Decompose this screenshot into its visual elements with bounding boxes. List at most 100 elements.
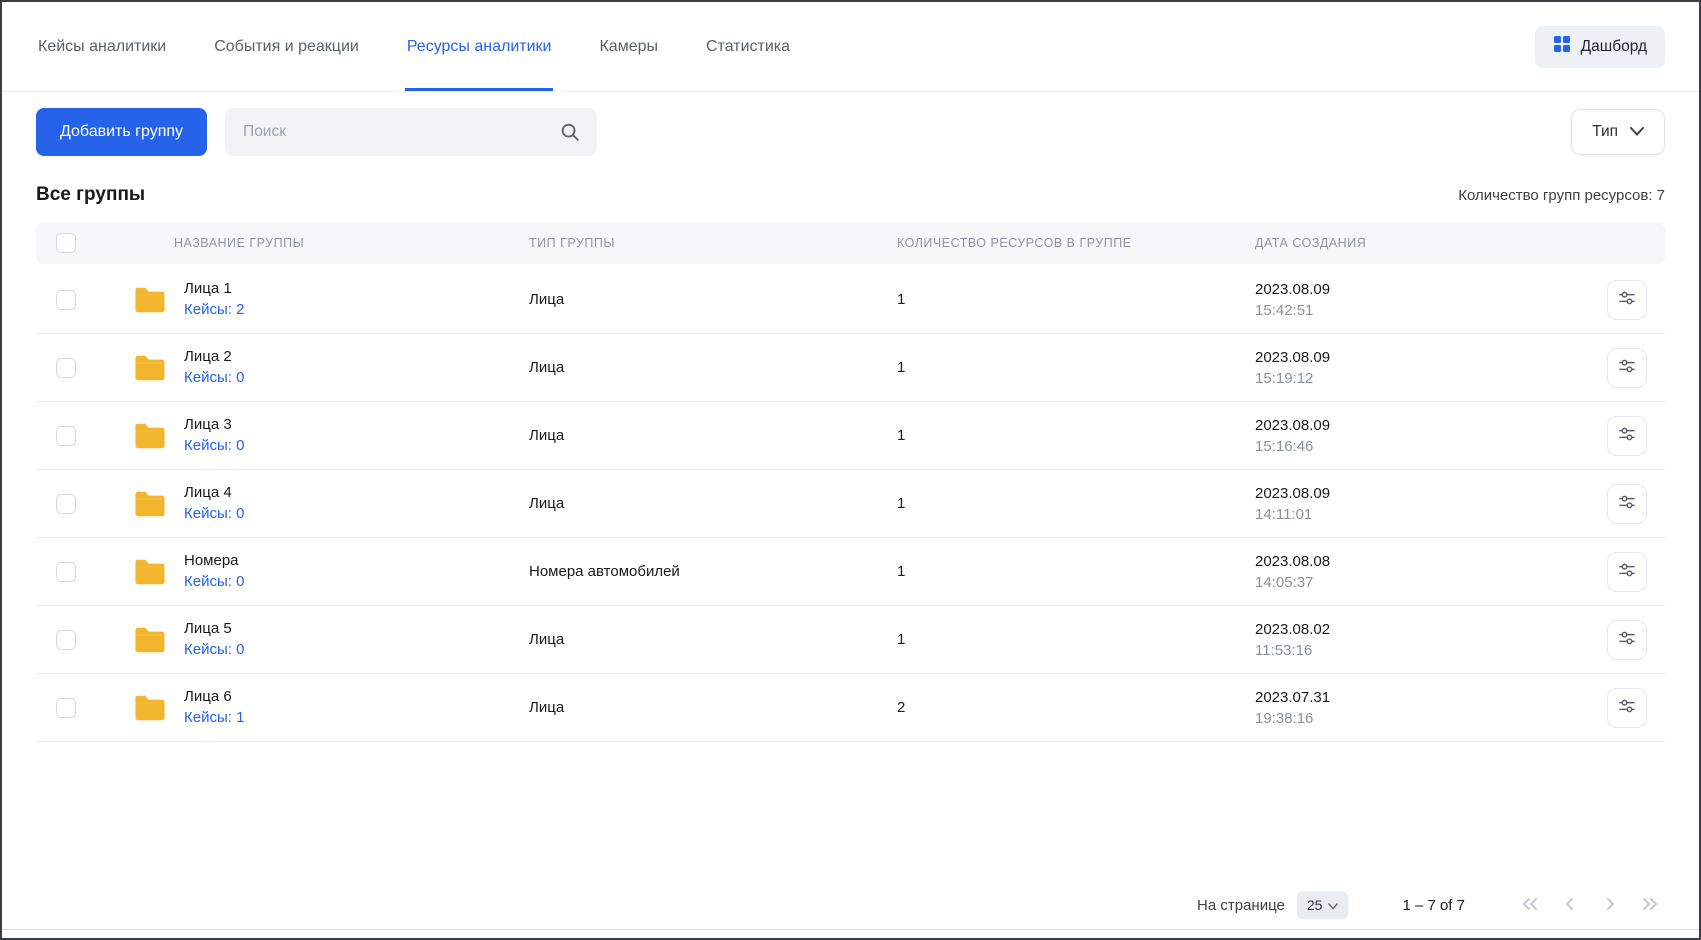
row-actions-cell bbox=[1589, 348, 1665, 388]
column-header-created-date[interactable]: ДАТА СОЗДАНИЯ bbox=[1255, 236, 1589, 250]
chevron-right-icon bbox=[1604, 897, 1616, 914]
group-name-text: Лица 1 Кейсы: 2 bbox=[184, 280, 244, 319]
folder-icon bbox=[132, 556, 168, 588]
nav-tab-1[interactable]: Кейсы аналитики bbox=[36, 2, 168, 91]
group-name-cell: Лица 1 Кейсы: 2 bbox=[96, 280, 529, 319]
created-cell: 2023.08.09 15:19:12 bbox=[1255, 349, 1589, 387]
group-cases-link[interactable]: Кейсы: 0 bbox=[184, 641, 244, 658]
nav-tabs: Кейсы аналитики События и реакции Ресурс… bbox=[36, 2, 792, 91]
nav-tab-2[interactable]: События и реакции bbox=[212, 2, 361, 91]
sliders-icon bbox=[1617, 288, 1637, 311]
row-settings-button[interactable] bbox=[1607, 620, 1647, 660]
group-resource-count: 1 bbox=[897, 631, 1255, 648]
nav-tab-label: Кейсы аналитики bbox=[38, 38, 166, 56]
chevron-down-icon bbox=[1328, 897, 1338, 913]
double-chevron-left-icon bbox=[1521, 897, 1539, 914]
folder-icon bbox=[132, 420, 168, 452]
row-checkbox[interactable] bbox=[56, 698, 76, 718]
group-name-text: Лица 6 Кейсы: 1 bbox=[184, 688, 244, 727]
group-name-cell: Лица 3 Кейсы: 0 bbox=[96, 416, 529, 455]
group-cases-link[interactable]: Кейсы: 0 bbox=[184, 369, 244, 386]
group-resource-count: 1 bbox=[897, 291, 1255, 308]
pagination-range: 1 – 7 of 7 bbox=[1402, 897, 1465, 914]
column-header-group-name[interactable]: НАЗВАНИЕ ГРУППЫ bbox=[96, 236, 529, 250]
group-cases-link[interactable]: Кейсы: 0 bbox=[184, 573, 244, 590]
column-header-resource-count[interactable]: КОЛИЧЕСТВО РЕСУРСОВ В ГРУППЕ bbox=[897, 236, 1255, 250]
first-page-button[interactable] bbox=[1515, 890, 1545, 920]
group-name-text: Лица 5 Кейсы: 0 bbox=[184, 620, 244, 659]
group-name: Лица 2 bbox=[184, 348, 244, 365]
table-body: Лица 1 Кейсы: 2 Лица 1 2023.08.09 15:42:… bbox=[36, 266, 1665, 742]
nav-tab-label: Ресурсы аналитики bbox=[407, 38, 552, 56]
column-header-group-type[interactable]: ТИП ГРУППЫ bbox=[529, 236, 897, 250]
row-settings-button[interactable] bbox=[1607, 348, 1647, 388]
created-time: 15:19:12 bbox=[1255, 370, 1589, 387]
group-cases-link[interactable]: Кейсы: 0 bbox=[184, 437, 244, 454]
group-name: Лица 5 bbox=[184, 620, 244, 637]
search-input[interactable] bbox=[225, 108, 597, 156]
row-checkbox[interactable] bbox=[56, 562, 76, 582]
row-actions-cell bbox=[1589, 280, 1665, 320]
group-name-text: Номера Кейсы: 0 bbox=[184, 552, 244, 591]
nav-tab-4[interactable]: Камеры bbox=[597, 2, 660, 91]
group-cases-link[interactable]: Кейсы: 0 bbox=[184, 505, 244, 522]
group-name: Лица 6 bbox=[184, 688, 244, 705]
group-cases-link[interactable]: Кейсы: 1 bbox=[184, 709, 244, 726]
nav-tab-5[interactable]: Статистика bbox=[704, 2, 792, 91]
created-time: 11:53:16 bbox=[1255, 642, 1589, 659]
app-window: Кейсы аналитики События и реакции Ресурс… bbox=[0, 0, 1701, 940]
group-resource-count: 1 bbox=[897, 427, 1255, 444]
type-filter-button[interactable]: Тип bbox=[1571, 109, 1665, 155]
group-type: Лица bbox=[529, 699, 897, 716]
row-settings-button[interactable] bbox=[1607, 280, 1647, 320]
per-page-label: На странице bbox=[1197, 897, 1285, 914]
row-actions-cell bbox=[1589, 552, 1665, 592]
created-time: 14:05:37 bbox=[1255, 574, 1589, 591]
toolbar: Добавить группу Тип bbox=[2, 92, 1699, 156]
folder-icon bbox=[132, 624, 168, 656]
group-name: Номера bbox=[184, 552, 244, 569]
created-cell: 2023.08.09 15:16:46 bbox=[1255, 417, 1589, 455]
table-row: Лица 6 Кейсы: 1 Лица 2 2023.07.31 19:38:… bbox=[36, 674, 1665, 742]
dashboard-button[interactable]: Дашборд bbox=[1535, 26, 1665, 68]
group-type: Номера автомобилей bbox=[529, 563, 897, 580]
row-checkbox[interactable] bbox=[56, 290, 76, 310]
table-row: Лица 3 Кейсы: 0 Лица 1 2023.08.09 15:16:… bbox=[36, 402, 1665, 470]
row-checkbox[interactable] bbox=[56, 358, 76, 378]
row-checkbox-cell bbox=[36, 290, 96, 310]
created-cell: 2023.08.02 11:53:16 bbox=[1255, 621, 1589, 659]
last-page-button[interactable] bbox=[1635, 890, 1665, 920]
row-actions-cell bbox=[1589, 688, 1665, 728]
next-page-button[interactable] bbox=[1595, 890, 1625, 920]
add-group-button[interactable]: Добавить группу bbox=[36, 108, 207, 156]
row-checkbox[interactable] bbox=[56, 494, 76, 514]
resource-groups-count: Количество групп ресурсов: 7 bbox=[1458, 187, 1665, 204]
group-type: Лица bbox=[529, 495, 897, 512]
folder-icon bbox=[132, 352, 168, 384]
created-time: 19:38:16 bbox=[1255, 710, 1589, 727]
row-settings-button[interactable] bbox=[1607, 416, 1647, 456]
select-all-checkbox[interactable] bbox=[56, 233, 76, 253]
group-type: Лица bbox=[529, 359, 897, 376]
row-settings-button[interactable] bbox=[1607, 552, 1647, 592]
row-checkbox-cell bbox=[36, 630, 96, 650]
group-type: Лица bbox=[529, 427, 897, 444]
created-cell: 2023.07.31 19:38:16 bbox=[1255, 689, 1589, 727]
created-time: 15:42:51 bbox=[1255, 302, 1589, 319]
table-header-row: НАЗВАНИЕ ГРУППЫ ТИП ГРУППЫ КОЛИЧЕСТВО РЕ… bbox=[36, 222, 1665, 264]
row-actions-cell bbox=[1589, 620, 1665, 660]
prev-page-button[interactable] bbox=[1555, 890, 1585, 920]
group-type: Лица bbox=[529, 291, 897, 308]
row-checkbox[interactable] bbox=[56, 630, 76, 650]
group-resource-count: 1 bbox=[897, 359, 1255, 376]
row-checkbox-cell bbox=[36, 358, 96, 378]
select-all-cell bbox=[36, 233, 96, 253]
row-settings-button[interactable] bbox=[1607, 484, 1647, 524]
per-page-group: На странице 25 bbox=[1197, 891, 1348, 919]
per-page-select[interactable]: 25 bbox=[1297, 891, 1349, 919]
nav-tab-label: Камеры bbox=[599, 38, 658, 56]
row-checkbox[interactable] bbox=[56, 426, 76, 446]
group-cases-link[interactable]: Кейсы: 2 bbox=[184, 301, 244, 318]
row-settings-button[interactable] bbox=[1607, 688, 1647, 728]
nav-tab-3[interactable]: Ресурсы аналитики bbox=[405, 2, 554, 91]
